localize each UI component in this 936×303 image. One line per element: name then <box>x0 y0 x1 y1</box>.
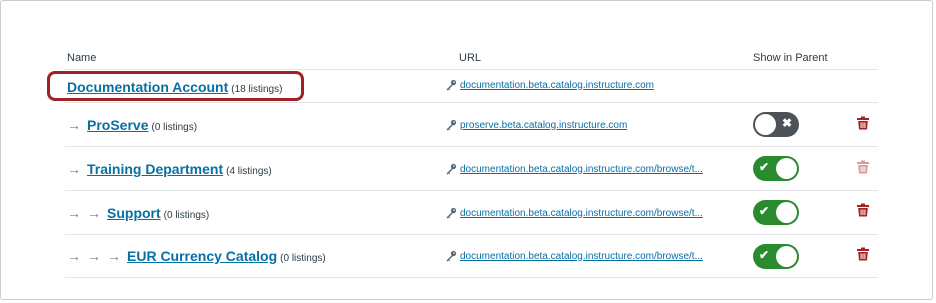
show-in-parent-toggle[interactable]: ✔ <box>753 200 799 225</box>
account-url-link[interactable]: documentation.beta.catalog.instructure.c… <box>460 251 703 262</box>
arrow-right-icon: → <box>87 205 101 221</box>
table-row-proserve: → ProServe (0 listings) <box>67 117 197 133</box>
toggle-knob <box>755 114 776 135</box>
arrow-right-icon: → <box>67 117 81 133</box>
key-icon <box>446 250 457 262</box>
account-url-link[interactable]: proserve.beta.catalog.instructure.com <box>460 120 627 131</box>
account-link[interactable]: Documentation Account <box>67 79 228 95</box>
account-url-link[interactable]: documentation.beta.catalog.instructure.c… <box>460 208 703 219</box>
column-header-show-in-parent: Show in Parent <box>753 52 828 64</box>
row-divider <box>65 69 878 70</box>
show-in-parent-toggle[interactable]: ✔ <box>753 244 799 269</box>
trash-icon-disabled <box>857 160 869 174</box>
table-row-support: → → Support (0 listings) <box>67 205 209 221</box>
table-row-eur-currency-catalog: → → → EUR Currency Catalog (0 listings) <box>67 248 326 264</box>
catalog-accounts-panel: Name URL Show in Parent Documentation Ac… <box>0 0 933 300</box>
table-row-training-department: → Training Department (4 listings) <box>67 161 272 177</box>
account-link[interactable]: ProServe <box>87 117 148 133</box>
checkmark-icon: ✔ <box>759 160 770 174</box>
key-icon <box>446 119 457 131</box>
account-link[interactable]: EUR Currency Catalog <box>127 248 277 264</box>
arrow-right-icon: → <box>107 248 121 264</box>
show-in-parent-toggle[interactable]: ✔ <box>753 156 799 181</box>
show-in-parent-toggle[interactable]: ✖ <box>753 112 799 137</box>
column-header-url: URL <box>459 52 482 64</box>
row-divider <box>65 234 878 235</box>
key-icon <box>446 163 457 175</box>
toggle-knob <box>776 246 797 267</box>
arrow-right-icon: → <box>67 161 81 177</box>
arrow-right-icon: → <box>67 205 81 221</box>
column-header-name: Name <box>67 52 97 64</box>
row-divider <box>65 146 878 147</box>
trash-icon[interactable] <box>856 116 870 130</box>
url-cell: documentation.beta.catalog.instructure.c… <box>445 163 703 175</box>
account-link[interactable]: Training Department <box>87 161 223 177</box>
account-url-link[interactable]: documentation.beta.catalog.instructure.c… <box>460 80 654 91</box>
arrow-right-icon: → <box>67 248 81 264</box>
listing-count: (18 listings) <box>231 84 283 95</box>
url-cell: documentation.beta.catalog.instructure.c… <box>445 207 703 219</box>
listing-count: (0 listings) <box>163 210 210 221</box>
x-icon: ✖ <box>781 116 792 130</box>
trash-icon[interactable] <box>856 203 870 217</box>
key-icon <box>446 207 457 219</box>
account-link[interactable]: Support <box>107 205 161 221</box>
checkmark-icon: ✔ <box>759 204 770 218</box>
toggle-knob <box>776 158 797 179</box>
arrow-right-icon: → <box>87 248 101 264</box>
url-cell: proserve.beta.catalog.instructure.com <box>445 119 627 131</box>
listing-count: (0 listings) <box>151 122 198 133</box>
table-row-documentation-account: Documentation Account (18 listings) <box>67 79 282 95</box>
url-cell: documentation.beta.catalog.instructure.c… <box>445 250 703 262</box>
row-divider <box>65 102 878 103</box>
listing-count: (0 listings) <box>280 253 326 264</box>
checkmark-icon: ✔ <box>759 248 770 262</box>
url-cell: documentation.beta.catalog.instructure.c… <box>445 79 654 91</box>
listing-count: (4 listings) <box>226 166 272 177</box>
row-divider <box>65 190 878 191</box>
trash-icon[interactable] <box>856 247 870 261</box>
row-divider <box>65 277 878 278</box>
key-icon <box>446 79 457 91</box>
account-url-link[interactable]: documentation.beta.catalog.instructure.c… <box>460 164 703 175</box>
toggle-knob <box>776 202 797 223</box>
